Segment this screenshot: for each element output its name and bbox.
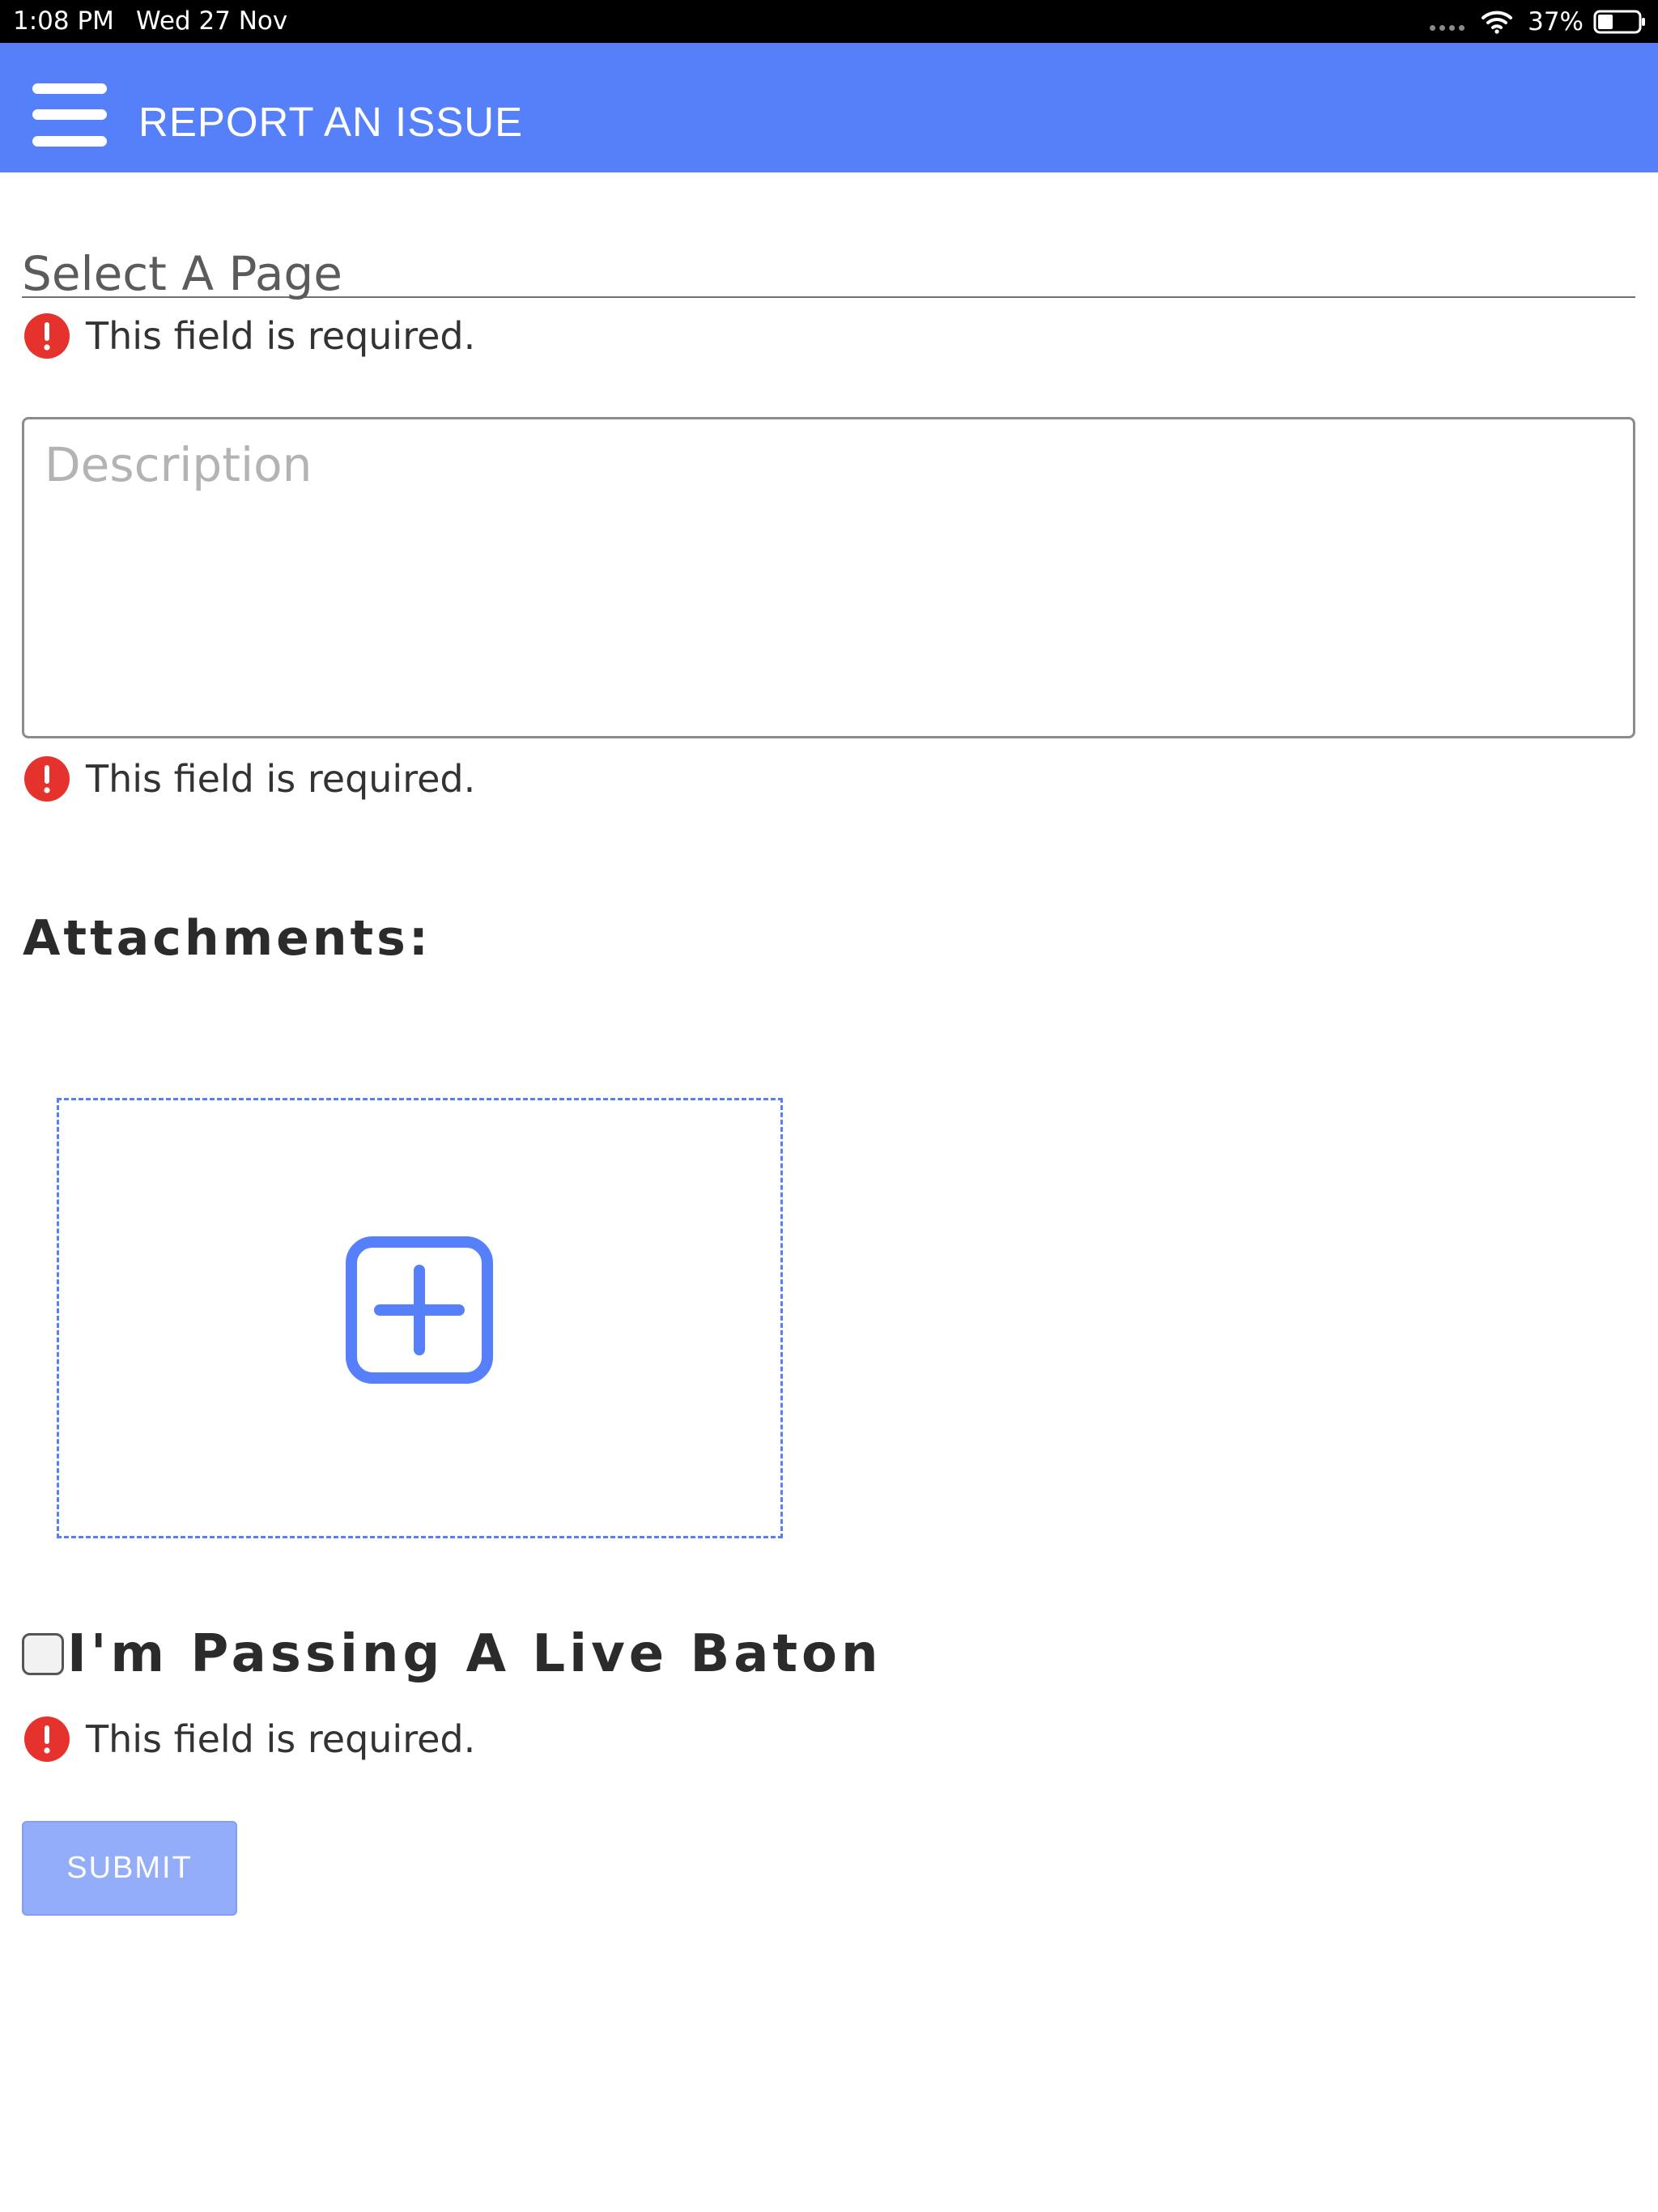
status-date: Wed 27 Nov [136, 6, 288, 36]
attachments-heading: Attachments: [23, 910, 432, 967]
error-message: This field is required. [86, 314, 476, 358]
status-indicators: 37% [1430, 6, 1647, 37]
wifi-icon [1482, 11, 1513, 34]
hamburger-menu-icon[interactable] [32, 83, 107, 147]
live-baton-checkbox[interactable] [22, 1633, 64, 1675]
error-icon [24, 756, 70, 802]
status-time: 1:08 PM [13, 6, 114, 36]
status-bar: 1:08 PM Wed 27 Nov 37% [0, 0, 1658, 43]
page-select-label: Select A Page [22, 246, 342, 301]
description-textarea[interactable] [22, 417, 1635, 738]
error-icon [24, 1716, 70, 1762]
submit-button[interactable]: SUBMIT [22, 1821, 237, 1916]
description-error: This field is required. [24, 755, 475, 803]
app-bar: REPORT AN ISSUE [0, 43, 1658, 172]
page-title: REPORT AN ISSUE [138, 99, 524, 145]
page-select-error: This field is required. [24, 312, 475, 360]
error-icon [24, 313, 70, 359]
battery-percentage: 37% [1528, 7, 1584, 36]
live-baton-label[interactable]: I'm Passing A Live Baton [67, 1624, 882, 1684]
battery-icon [1593, 10, 1645, 34]
page-select[interactable]: Select A Page [22, 243, 1635, 301]
error-message: This field is required. [86, 1717, 476, 1761]
live-baton-error: This field is required. [24, 1715, 475, 1763]
plus-square-icon [346, 1236, 493, 1384]
cellular-signal-icon [1430, 24, 1465, 31]
error-message: This field is required. [86, 757, 476, 801]
live-baton-row: I'm Passing A Live Baton [22, 1622, 882, 1687]
add-attachment-button[interactable] [57, 1098, 783, 1538]
